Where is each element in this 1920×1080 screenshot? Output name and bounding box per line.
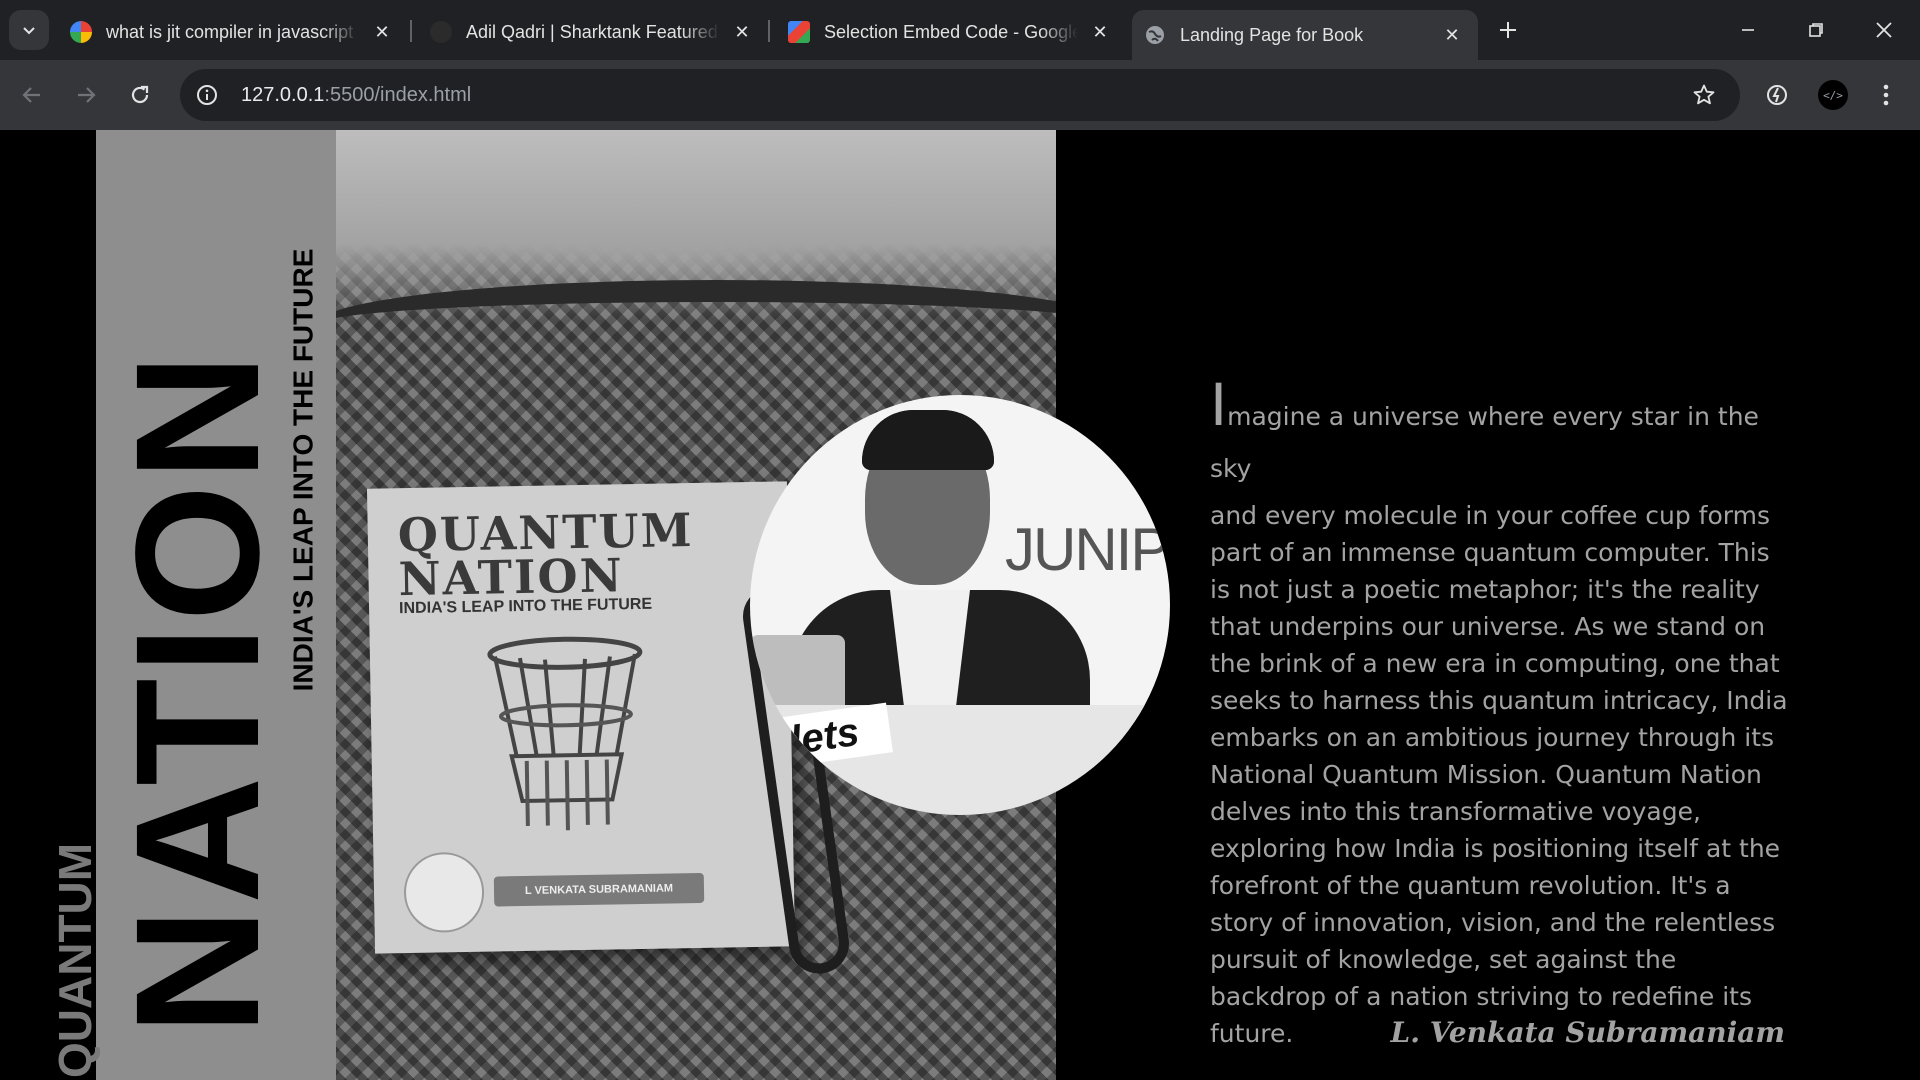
book-cover-title-line2: NATION	[398, 548, 625, 607]
url-text[interactable]: 127.0.0.1:5500/index.html	[241, 84, 471, 107]
tab-adil-qadri[interactable]: Adil Qadri | Sharktank Featured ✕	[418, 10, 768, 54]
lamp-illustration-icon	[487, 636, 643, 831]
restore-icon	[1809, 23, 1823, 37]
reload-button[interactable]	[120, 75, 160, 115]
drop-cap: I	[1210, 371, 1228, 439]
author-signature: L. Venkata Subramaniam	[1390, 1016, 1785, 1049]
plus-icon	[1500, 22, 1516, 38]
reload-icon	[131, 85, 149, 104]
title-quantum: QUANTUM	[49, 842, 101, 1078]
restore-button[interactable]	[1792, 8, 1840, 52]
tab-title: Adil Qadri | Sharktank Featured	[466, 21, 718, 42]
description-body: and every molecule in your coffee cup fo…	[1210, 501, 1788, 1048]
book-cover: QUANTUM NATION INDIA'S LEAP INTO THE FUT…	[366, 481, 796, 954]
profile-favicon	[430, 21, 452, 43]
arrow-right-icon	[78, 87, 96, 103]
back-button[interactable]	[12, 75, 52, 115]
tagline: INDIA'S LEAP INTO THE FUTURE	[287, 248, 319, 692]
tab-title: what is jit compiler in javascript	[106, 21, 354, 42]
tab-strip: what is jit compiler in javascript ✕ Adi…	[0, 0, 1920, 60]
title-nation: NATION	[100, 349, 296, 1035]
speedometer-icon	[1767, 85, 1787, 105]
portrait-backdrop-brand: JUNIPE	[1005, 516, 1170, 583]
profile-button[interactable]: </>	[1813, 75, 1853, 115]
chevron-down-icon	[23, 27, 35, 35]
minimize-button[interactable]	[1724, 8, 1772, 52]
tab-selection-embed[interactable]: Selection Embed Code - Google ✕	[776, 10, 1126, 54]
author-portrait: JUNIPE lets	[750, 395, 1170, 815]
address-bar[interactable]: 127.0.0.1:5500/index.html	[180, 69, 1740, 121]
arrow-left-icon	[22, 87, 40, 103]
tab-separator	[410, 20, 412, 42]
google-icon	[788, 21, 810, 43]
close-icon[interactable]: ✕	[1438, 21, 1466, 49]
more-vert-icon	[1883, 84, 1889, 106]
portrait-hair-top	[862, 410, 994, 470]
close-icon	[1876, 22, 1892, 38]
close-icon[interactable]: ✕	[1086, 18, 1114, 46]
performance-button[interactable]	[1757, 75, 1797, 115]
url-host: 127.0.0.1	[241, 83, 325, 106]
basket-rim	[336, 280, 1056, 370]
tab-title: Landing Page for Book	[1180, 24, 1364, 45]
info-icon	[197, 85, 217, 105]
book-description: Imagine a universe where every star in t…	[1210, 376, 1795, 1052]
tab-jit-compiler[interactable]: what is jit compiler in javascript ✕	[58, 10, 408, 54]
close-icon[interactable]: ✕	[728, 18, 756, 46]
tab-search-button[interactable]	[9, 10, 49, 50]
description-first-line: Imagine a universe where every star in t…	[1210, 376, 1795, 495]
google-icon	[70, 21, 92, 43]
description-opening: magine a universe where every star in th…	[1210, 402, 1759, 483]
url-path: :5500/index.html	[324, 83, 472, 106]
book-author-photo	[403, 851, 485, 934]
tab-title: Selection Embed Code - Google	[824, 21, 1078, 42]
book-cover-subtitle: INDIA'S LEAP INTO THE FUTURE	[398, 595, 653, 618]
profile-avatar-icon: </>	[1818, 80, 1848, 110]
star-icon	[1693, 84, 1715, 105]
tab-separator	[768, 20, 770, 42]
site-info-button[interactable]	[189, 77, 225, 113]
forward-button[interactable]	[66, 75, 106, 115]
menu-button[interactable]	[1866, 75, 1906, 115]
tab-landing-page[interactable]: Landing Page for Book ✕	[1132, 10, 1478, 60]
bookmark-button[interactable]	[1686, 77, 1722, 113]
new-tab-button[interactable]	[1492, 14, 1524, 46]
minimize-icon	[1742, 29, 1754, 31]
globe-icon	[1144, 24, 1166, 46]
page-content: QUANTUM NATION INDIA'S LEAP INTO THE FUT…	[0, 130, 1920, 1080]
book-cover-author: L VENKATA SUBRAMANIAM	[493, 872, 705, 907]
book-cover-title: QUANTUM NATION	[397, 503, 694, 607]
close-window-button[interactable]	[1860, 8, 1908, 52]
close-icon[interactable]: ✕	[368, 18, 396, 46]
browser-toolbar: 127.0.0.1:5500/index.html </>	[0, 60, 1920, 130]
